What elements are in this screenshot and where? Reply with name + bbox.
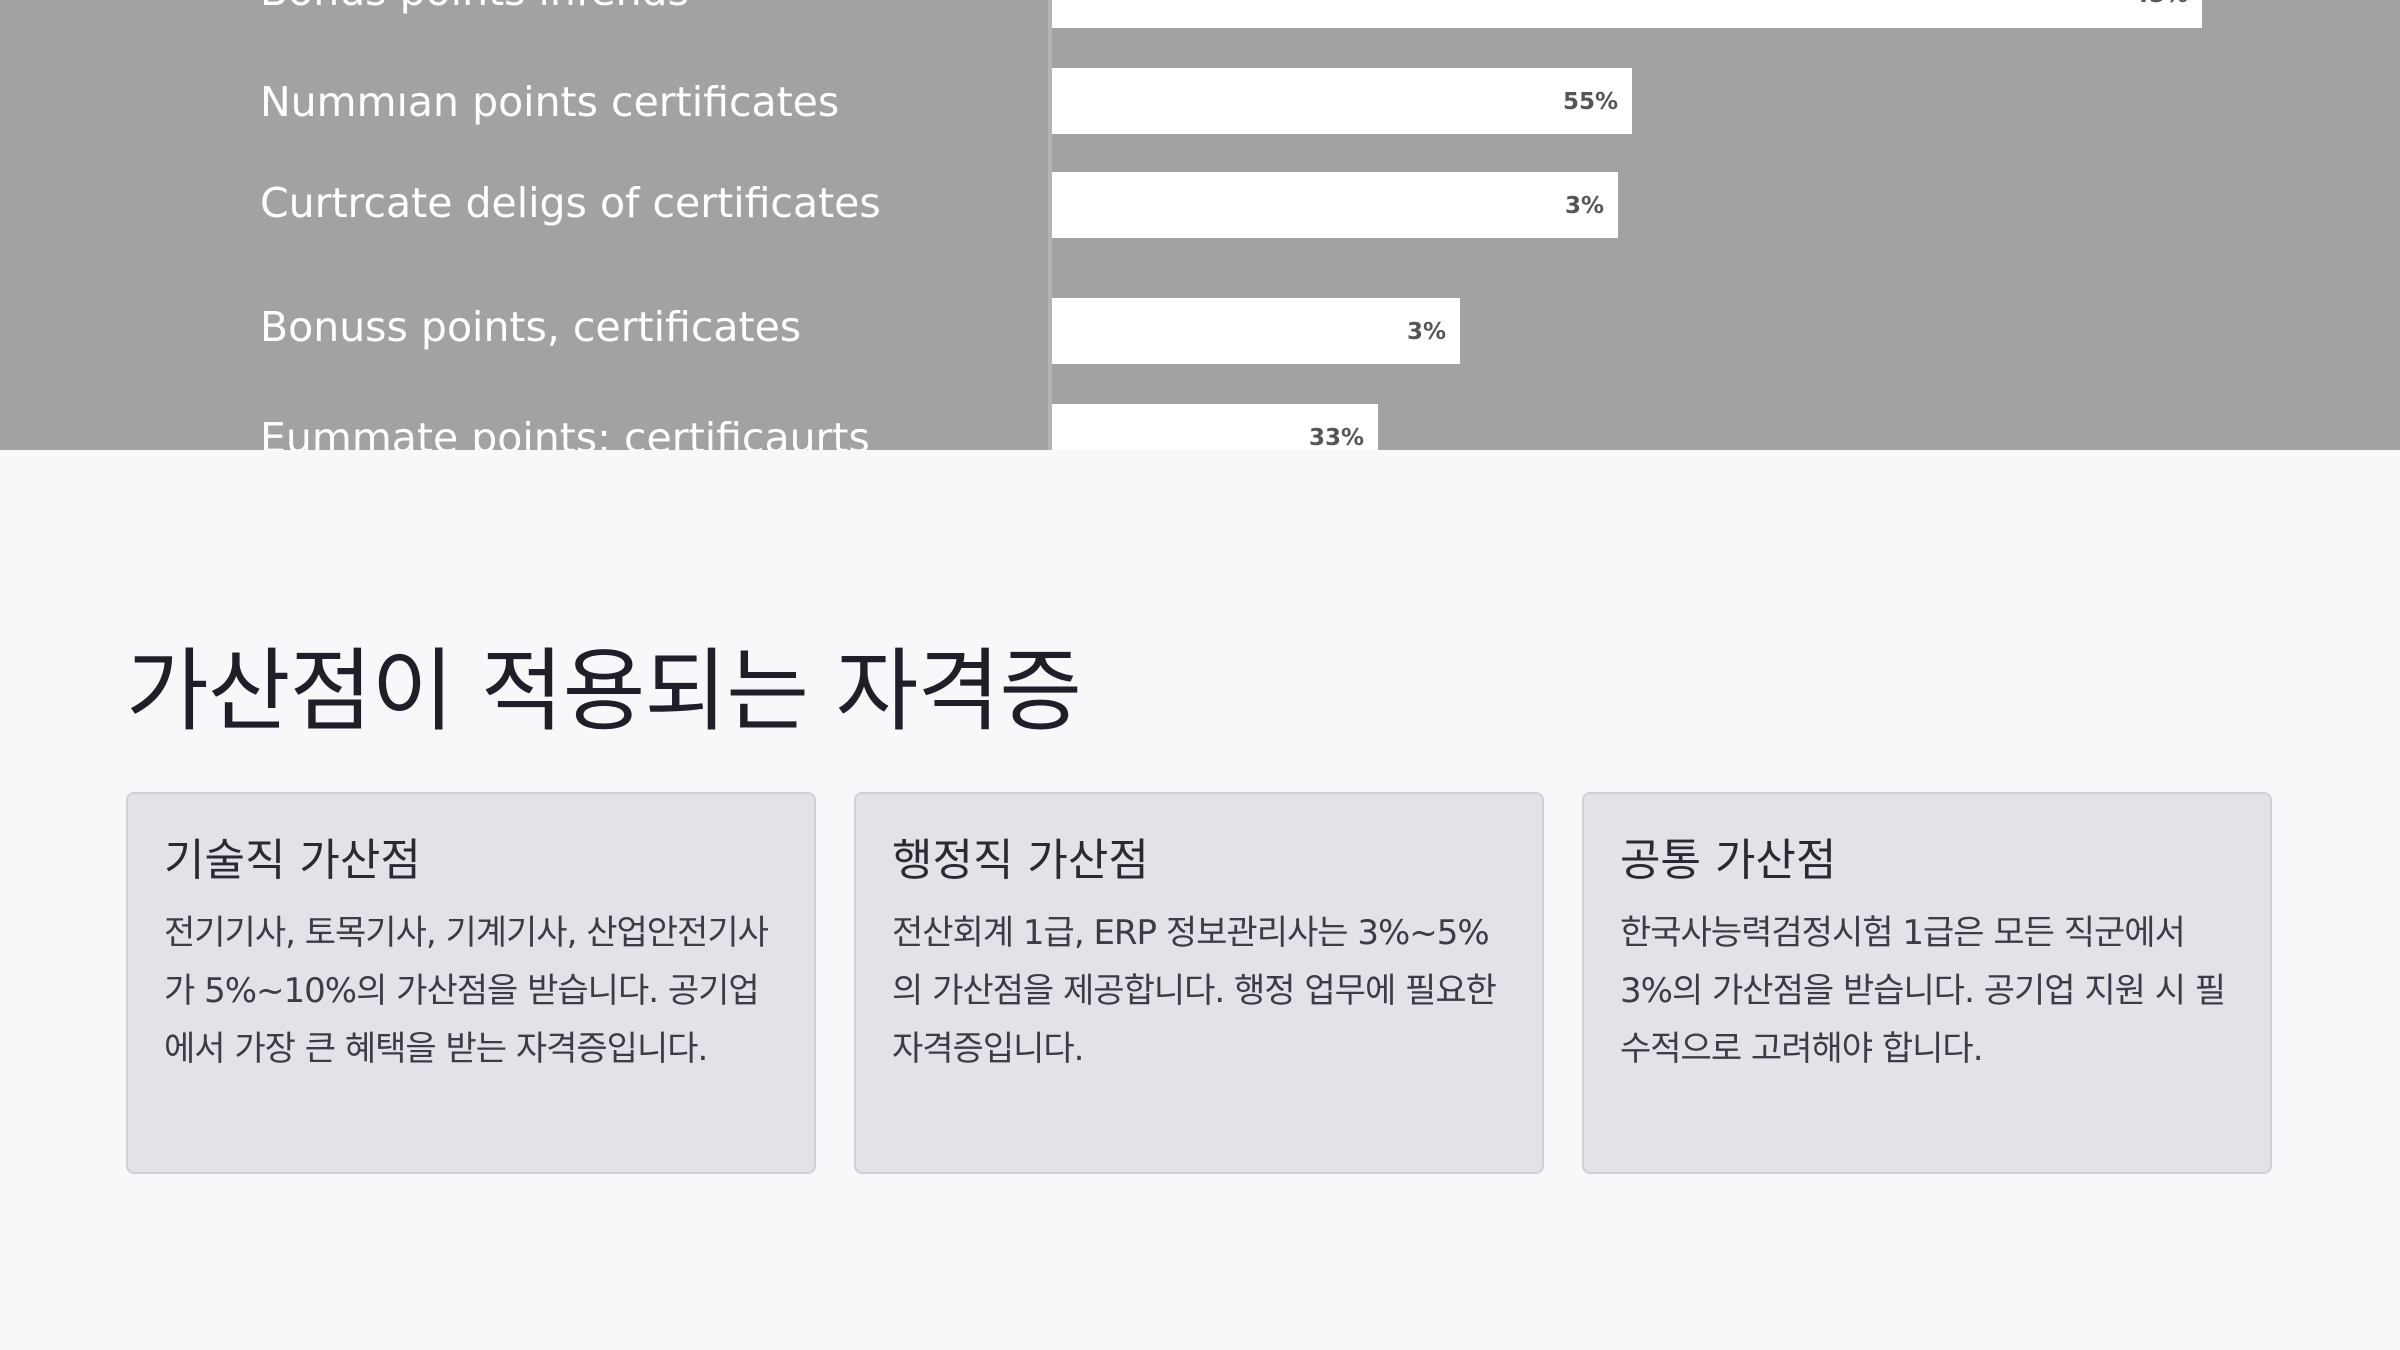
card-body: 전기기사, 토목기사, 기계기사, 산업안전기사가 5%~10%의 가산점을 받… <box>164 913 769 1069</box>
card-body: 한국사능력검정시험 1급은 모든 직군에서 3%의 가산점을 받습니다. 공기업… <box>1620 913 2226 1069</box>
card-body: 전산회계 1급, ERP 정보관리사는 3%~5%의 가산점을 제공합니다. 행… <box>892 913 1497 1069</box>
chart-category-label: Bonus points infends <box>260 0 689 15</box>
page: Bonus points infends 45% Nummıan points ce… <box>0 0 2400 1350</box>
bar-chart: Bonus points infends 45% Nummıan points ce… <box>260 0 2202 450</box>
chart-category-label: Bonuss points, certificates <box>260 303 801 351</box>
chart-value-label: 3% <box>1407 319 1446 345</box>
chart-value-label: 55% <box>1563 89 1618 115</box>
card-title: 행정직 가산점 <box>892 835 1149 886</box>
chart-category-label: Eummate points: certificaurts <box>260 414 870 450</box>
certificate-bonus-chart-image: Bonus points infends 45% Nummıan points ce… <box>0 0 2400 450</box>
card-title: 공통 가산점 <box>1620 835 1837 886</box>
chart-bar <box>1052 68 1632 134</box>
chart-value-label: 33% <box>1309 425 1364 450</box>
chart-value-label: 3% <box>1565 193 1604 219</box>
chart-bar <box>1052 172 1618 238</box>
section-title: 가산점이 적용되는 자격증 <box>126 639 1082 744</box>
chart-axis <box>1048 0 1052 450</box>
card-technical-bonus: 기술직 가산점 전기기사, 토목기사, 기계기사, 산업안전기사가 5%~10%… <box>126 792 816 1174</box>
card-list: 기술직 가산점 전기기사, 토목기사, 기계기사, 산업안전기사가 5%~10%… <box>126 792 2274 1176</box>
chart-bar <box>1052 0 2202 28</box>
card-common-bonus: 공통 가산점 한국사능력검정시험 1급은 모든 직군에서 3%의 가산점을 받습… <box>1582 792 2272 1174</box>
card-title: 기술직 가산점 <box>164 835 421 886</box>
chart-category-label: Curtrcate deligs of certificates <box>260 179 881 227</box>
chart-category-label: Nummıan points certificates <box>260 78 839 126</box>
chart-bar <box>1052 298 1460 364</box>
chart-value-label: 45% <box>2133 0 2188 8</box>
card-administrative-bonus: 행정직 가산점 전산회계 1급, ERP 정보관리사는 3%~5%의 가산점을 … <box>854 792 1544 1174</box>
